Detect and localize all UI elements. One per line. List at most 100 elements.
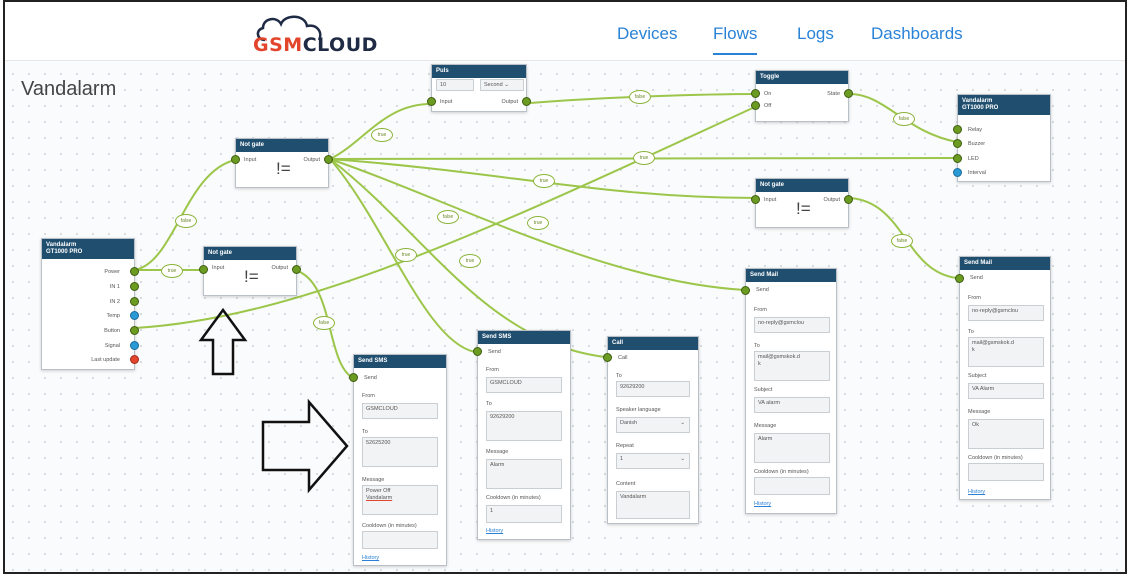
from-field[interactable]: GSMCLOUD [362, 403, 438, 419]
to-field[interactable]: 92629200 [486, 411, 562, 441]
to-line-2: k [972, 347, 975, 353]
subject-field[interactable]: VA Alarm [968, 383, 1044, 399]
message-label: Message [754, 423, 777, 429]
call-node[interactable]: Call Call To 92629200 Speaker language D… [603, 336, 699, 524]
port-signal[interactable] [130, 341, 139, 350]
node-title: Call [608, 337, 698, 350]
send-mail-node-1[interactable]: Send Mail Send From no-reply@gsmclou To … [741, 268, 837, 514]
from-label: From [486, 367, 499, 373]
node-title: Vandalarm [46, 242, 77, 248]
wire-label-false: false [629, 90, 651, 104]
cooldown-field[interactable] [754, 477, 830, 495]
off-label: Off [764, 103, 772, 109]
chevron-down-icon: ⌄ [504, 82, 509, 88]
port-send[interactable] [741, 286, 750, 295]
message-label: Message [486, 449, 509, 455]
port-buzzer[interactable] [953, 139, 962, 148]
repeat-select[interactable]: 1 ⌄ [616, 453, 690, 469]
device-node-vandalarm[interactable]: Vandalarm GT1000 PRO Power IN 1 IN 2 Temp… [41, 238, 139, 370]
from-field[interactable]: no-reply@gsmclou [754, 317, 830, 333]
input-label: Input [440, 99, 453, 105]
from-label: From [968, 295, 981, 301]
to-field[interactable]: mail@gsmskok.d k [754, 351, 830, 381]
port-state[interactable] [844, 89, 853, 98]
send-sms-node-1[interactable]: Send SMS Send From GSMCLOUD To 52625200 … [349, 354, 447, 566]
to-field[interactable]: mail@gsmskok.d k [968, 337, 1044, 367]
port-led[interactable] [953, 154, 962, 163]
not-gate-node-3[interactable]: Not gate Input Output != [751, 178, 853, 228]
message-field[interactable]: Power Off Vandalarm [362, 485, 438, 515]
port-button[interactable] [130, 326, 139, 335]
from-field[interactable]: GSMCLOUD [486, 377, 562, 393]
port-input[interactable] [199, 265, 208, 274]
history-link[interactable]: History [486, 528, 503, 534]
port-label-buzzer: Buzzer [968, 141, 986, 147]
port-send[interactable] [349, 373, 358, 382]
send-sms-node-2[interactable]: Send SMS Send From GSMCLOUD To 92629200 … [473, 330, 571, 540]
cooldown-field[interactable]: 1 [486, 505, 562, 523]
message-line-2: Vandalarm [366, 495, 393, 501]
subject-label: Subject [754, 387, 773, 393]
output-label: Output [823, 197, 840, 203]
node-title: Toggle [756, 71, 848, 84]
message-field[interactable]: Ok [968, 419, 1044, 449]
send-mail-node-2[interactable]: Send Mail Send From no-reply@gsmclou To … [955, 256, 1051, 500]
port-temp[interactable] [130, 311, 139, 320]
puls-unit-select[interactable]: Second ⌄ [480, 79, 524, 91]
history-link[interactable]: History [362, 555, 379, 561]
content-label: Content [616, 481, 636, 487]
port-output[interactable] [292, 265, 301, 274]
output-label: Output [271, 265, 288, 271]
port-output[interactable] [522, 97, 531, 106]
speaker-language-select[interactable]: Danish ⌄ [616, 417, 690, 433]
puls-value-input[interactable]: 10 [436, 79, 474, 91]
puls-node[interactable]: Puls 10 Second ⌄ Input Output [427, 64, 531, 112]
message-field[interactable]: Alarm [486, 459, 562, 489]
cooldown-field[interactable] [968, 463, 1044, 481]
port-off[interactable] [751, 101, 760, 110]
toggle-node[interactable]: Toggle On Off State [751, 70, 853, 122]
history-link[interactable]: History [968, 489, 985, 495]
send-label: Send [970, 275, 983, 281]
port-last-update[interactable] [130, 355, 139, 364]
content-field[interactable]: Vandalarm [616, 491, 690, 519]
subject-label: Subject [968, 373, 987, 379]
not-gate-node-2[interactable]: Not gate Input Output != [199, 246, 301, 296]
port-on[interactable] [751, 89, 760, 98]
to-label: To [362, 429, 368, 435]
chevron-down-icon: ⌄ [680, 456, 685, 462]
to-label: To [486, 401, 492, 407]
port-label-temp: Temp [106, 313, 120, 319]
device-node-vandalarm-right[interactable]: Vandalarm GT1000 PRO Relay Buzzer LED Int… [953, 94, 1051, 182]
not-equal-symbol: != [796, 199, 811, 218]
cooldown-label: Cooldown (in minutes) [754, 469, 809, 475]
port-in2[interactable] [130, 297, 139, 306]
from-field[interactable]: no-reply@gsmclou [968, 305, 1044, 321]
port-input[interactable] [751, 195, 760, 204]
port-send[interactable] [955, 274, 964, 283]
to-field[interactable]: 92629200 [616, 381, 690, 397]
to-field[interactable]: 52625200 [362, 437, 438, 467]
node-title: Not gate [756, 179, 848, 192]
port-call[interactable] [603, 353, 612, 362]
port-relay[interactable] [953, 125, 962, 134]
input-label: Input [212, 265, 225, 271]
port-in1[interactable] [130, 282, 139, 291]
message-field[interactable]: Alarm [754, 433, 830, 463]
history-link[interactable]: History [754, 501, 771, 507]
subject-field[interactable]: VA alarm [754, 397, 830, 413]
not-gate-node-1[interactable]: Not gate Input Output != [231, 138, 333, 188]
port-output[interactable] [324, 155, 333, 164]
port-output[interactable] [844, 195, 853, 204]
port-input[interactable] [427, 97, 436, 106]
cooldown-field[interactable] [362, 531, 438, 549]
cooldown-label: Cooldown (in minutes) [486, 495, 541, 501]
port-label-button: Button [104, 328, 120, 334]
port-input[interactable] [231, 155, 240, 164]
send-label: Send [364, 375, 377, 381]
port-interval[interactable] [953, 168, 962, 177]
right-arrow-annotation [261, 398, 349, 494]
port-send[interactable] [473, 347, 482, 356]
wire-label-false: false [437, 210, 459, 224]
port-power[interactable] [130, 267, 139, 276]
